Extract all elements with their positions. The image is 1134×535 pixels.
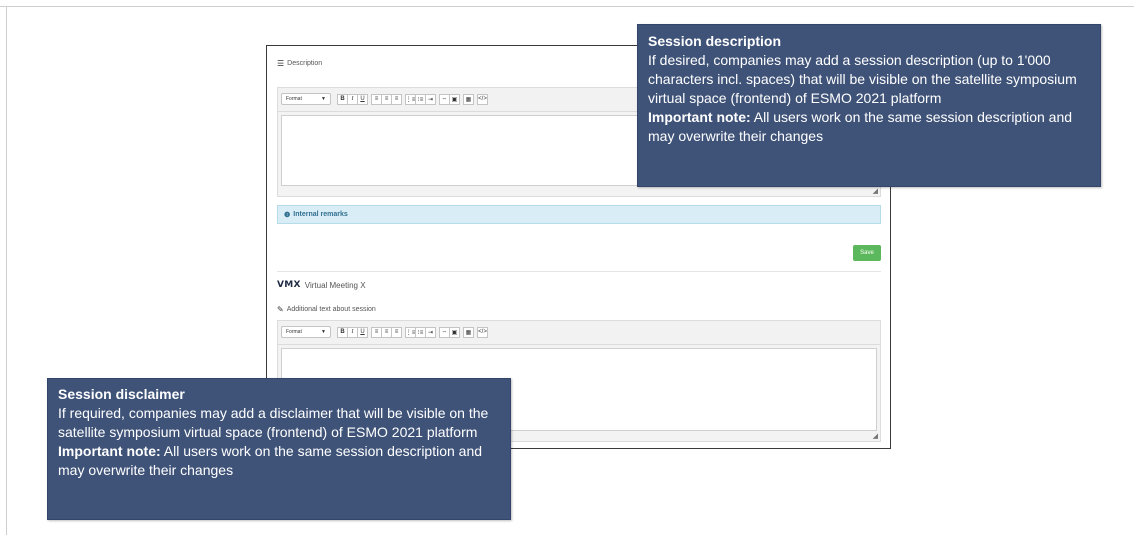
vmx-logo: VMX bbox=[277, 280, 301, 290]
resize-handle-icon[interactable]: ◢ bbox=[873, 188, 878, 195]
image-button[interactable]: ▣ bbox=[449, 93, 460, 105]
align-right-button[interactable]: ≡ bbox=[391, 326, 402, 338]
session-description-callout: Session description If desired, companie… bbox=[637, 24, 1101, 187]
internal-remarks-bar[interactable]: ❶ Internal remarks bbox=[277, 205, 881, 224]
section-divider bbox=[277, 271, 881, 272]
vmx-title: Virtual Meeting X bbox=[304, 280, 366, 290]
format-select[interactable]: Format ▼ bbox=[281, 326, 331, 338]
image-button[interactable]: ▣ bbox=[449, 326, 460, 338]
format-select[interactable]: Format ▼ bbox=[281, 93, 331, 105]
resize-handle-icon[interactable]: ◢ bbox=[873, 433, 878, 440]
callout-body: If desired, companies may add a session … bbox=[648, 52, 1077, 106]
caret-down-icon: ▼ bbox=[321, 329, 326, 335]
callout-note: Important note: All users work on the sa… bbox=[648, 109, 1073, 144]
table-button[interactable]: ▦ bbox=[463, 93, 474, 105]
indent-button[interactable]: ⇥ bbox=[425, 93, 436, 105]
vmx-header: VMX Virtual Meeting X bbox=[277, 280, 366, 290]
underline-button[interactable]: U bbox=[357, 326, 368, 338]
align-right-button[interactable]: ≡ bbox=[391, 93, 402, 105]
callout-note: Important note: All users work on the sa… bbox=[58, 443, 483, 478]
table-button[interactable]: ▦ bbox=[463, 326, 474, 338]
additional-toolbar: Format ▼ B I U ≡ ≡ ≡ ⋮≡ ⁝≡ ⇥ ⇔ ▣ ▦ </> bbox=[277, 320, 881, 344]
additional-text-label: ✎ Additional text about session bbox=[277, 305, 376, 314]
align-left-icon: ☰ bbox=[277, 59, 285, 68]
caret-down-icon: ▼ bbox=[321, 96, 326, 102]
edit-icon: ✎ bbox=[277, 305, 284, 314]
indent-button[interactable]: ⇥ bbox=[425, 326, 436, 338]
description-label: ☰ Description bbox=[277, 59, 323, 68]
source-code-button[interactable]: </> bbox=[477, 326, 488, 338]
session-disclaimer-callout: Session disclaimer If required, companie… bbox=[47, 378, 511, 520]
source-code-button[interactable]: </> bbox=[477, 93, 488, 105]
save-button[interactable]: Save bbox=[853, 245, 881, 261]
page-left-border bbox=[6, 6, 7, 535]
page-top-border bbox=[0, 6, 1134, 7]
callout-body: If required, companies may add a disclai… bbox=[58, 405, 489, 440]
callout-title: Session disclaimer bbox=[58, 386, 185, 402]
underline-button[interactable]: U bbox=[357, 93, 368, 105]
callout-title: Session description bbox=[648, 33, 782, 49]
info-icon: ❶ bbox=[284, 211, 291, 219]
